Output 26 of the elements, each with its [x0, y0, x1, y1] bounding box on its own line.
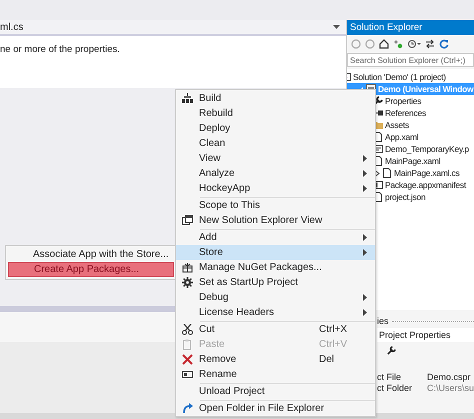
info-message: ne or more of the properties. — [0, 44, 120, 55]
menu-item[interactable]: Rename — [176, 367, 375, 382]
menu-item[interactable]: Set as StartUp Project — [176, 275, 375, 290]
menu-item[interactable]: Remove Del — [176, 352, 375, 367]
menu-item[interactable]: Debug — [176, 290, 375, 305]
property-name: ct Folder — [377, 383, 414, 393]
panel-title: ies — [377, 316, 389, 326]
shortcut-label: Ctrl+X — [319, 324, 348, 335]
shortcut-label: Del — [319, 354, 336, 365]
menu-item[interactable]: License Headers — [176, 305, 375, 320]
menu-item[interactable]: Store — [176, 245, 375, 260]
menu-item[interactable]: Associate App with the Store... — [8, 247, 174, 262]
panel-title: Solution Explorer — [347, 20, 474, 35]
menu-item[interactable]: New Solution Explorer View — [176, 213, 375, 228]
property-value: C:\Users\su — [427, 383, 474, 393]
property-name: ct File — [377, 372, 402, 382]
object-selector[interactable]: Project Properties — [377, 328, 474, 342]
menu-item[interactable]: Manage NuGet Packages... — [176, 260, 375, 275]
document-tab[interactable]: ml.cs — [0, 22, 24, 32]
property-value: Demo.cspr — [427, 372, 472, 382]
menu-item[interactable]: Open Folder in File Explorer — [176, 401, 375, 416]
menu-item[interactable]: Add — [176, 230, 375, 245]
shortcut-label: Ctrl+V — [319, 339, 348, 350]
menu-item[interactable]: Cut Ctrl+X — [176, 322, 375, 337]
search-field[interactable]: Search Solution Explorer (Ctrl+;) — [347, 53, 474, 67]
menu-item[interactable]: Unload Project — [176, 384, 375, 399]
